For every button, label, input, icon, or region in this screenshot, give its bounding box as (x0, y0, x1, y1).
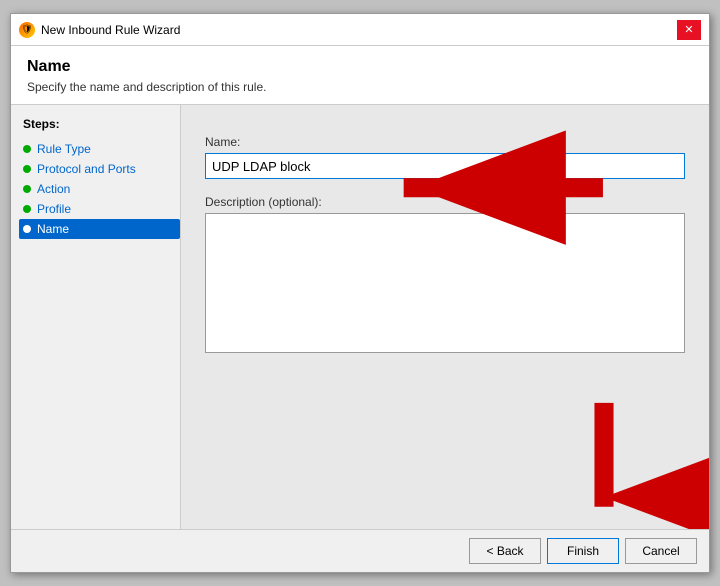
page-subtitle: Specify the name and description of this… (27, 80, 693, 94)
step-dot (23, 205, 31, 213)
steps-label: Steps: (19, 117, 180, 131)
title-bar: 🛡 New Inbound Rule Wizard ✕ (11, 14, 709, 46)
back-button[interactable]: < Back (469, 538, 541, 564)
app-icon: 🛡 (19, 22, 35, 38)
sidebar-item-rule-type[interactable]: Rule Type (19, 139, 180, 159)
sidebar-item-label: Profile (37, 202, 71, 216)
sidebar-item-label: Name (37, 222, 69, 236)
step-dot (23, 145, 31, 153)
name-form-group: Name: (205, 135, 685, 179)
name-label: Name: (205, 135, 685, 149)
title-bar-left: 🛡 New Inbound Rule Wizard (19, 22, 180, 38)
step-dot (23, 165, 31, 173)
step-dot (23, 225, 31, 233)
dialog-window: 🛡 New Inbound Rule Wizard ✕ Name Specify… (10, 13, 710, 573)
sidebar-item-label: Rule Type (37, 142, 91, 156)
cancel-button[interactable]: Cancel (625, 538, 697, 564)
sidebar-item-label: Protocol and Ports (37, 162, 136, 176)
finish-button[interactable]: Finish (547, 538, 619, 564)
sidebar-item-name[interactable]: Name (19, 219, 180, 239)
description-label: Description (optional): (205, 195, 685, 209)
content-area: Steps: Rule Type Protocol and Ports Acti… (11, 105, 709, 529)
main-panel: Name: Description (optional): (181, 105, 709, 529)
step-dot (23, 185, 31, 193)
sidebar-item-profile[interactable]: Profile (19, 199, 180, 219)
sidebar-item-label: Action (37, 182, 70, 196)
sidebar-item-protocol-ports[interactable]: Protocol and Ports (19, 159, 180, 179)
description-form-group: Description (optional): (205, 195, 685, 356)
dialog-footer: < Back Finish Cancel (11, 529, 709, 572)
dialog-title: New Inbound Rule Wizard (41, 23, 180, 37)
sidebar-item-action[interactable]: Action (19, 179, 180, 199)
name-input[interactable] (205, 153, 685, 179)
description-input[interactable] (205, 213, 685, 353)
header-section: Name Specify the name and description of… (11, 46, 709, 105)
close-button[interactable]: ✕ (677, 20, 701, 40)
steps-sidebar: Steps: Rule Type Protocol and Ports Acti… (11, 105, 181, 529)
page-title: Name (27, 58, 693, 76)
